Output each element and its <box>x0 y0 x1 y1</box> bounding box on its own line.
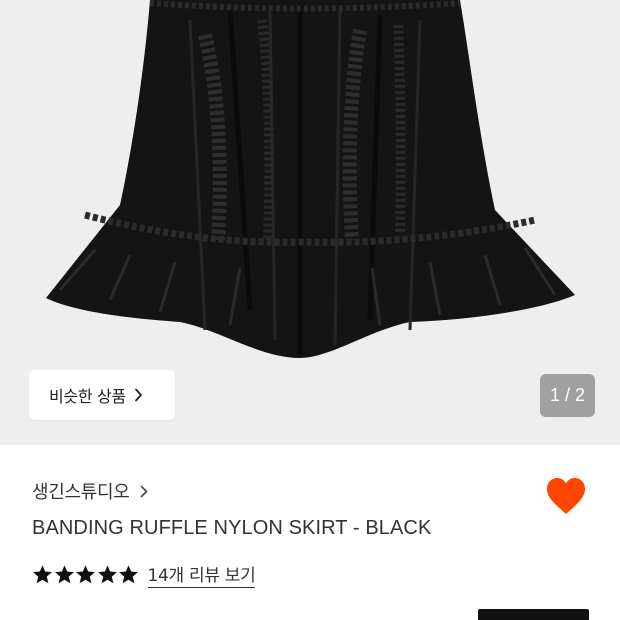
action-button[interactable] <box>478 609 589 620</box>
star-icon <box>54 565 74 584</box>
similar-products-label: 비슷한 상품 <box>49 387 126 406</box>
heart-icon <box>547 478 585 514</box>
star-icon <box>119 565 138 584</box>
chevron-right-icon <box>140 485 148 498</box>
like-button[interactable] <box>545 476 587 516</box>
brand-name: 생긴스튜디오 <box>32 482 130 503</box>
similar-products-button[interactable]: 비슷한 상품 <box>29 370 175 420</box>
star-icon <box>76 565 95 584</box>
chevron-right-icon <box>134 388 143 402</box>
reviews-link[interactable]: 14개 리뷰 보기 <box>147 561 256 588</box>
product-title: BANDING RUFFLE NYLON SKIRT - BLACK <box>32 517 432 539</box>
brand-link[interactable]: 생긴스튜디오 <box>32 478 148 504</box>
product-image-gallery[interactable]: 비슷한 상품 1 / 2 <box>0 0 620 445</box>
star-icon <box>33 565 52 584</box>
image-page-indicator: 1 / 2 <box>540 374 595 417</box>
star-icon <box>97 565 117 584</box>
rating-row: 14개 리뷰 보기 <box>32 561 256 588</box>
star-rating <box>32 564 140 585</box>
